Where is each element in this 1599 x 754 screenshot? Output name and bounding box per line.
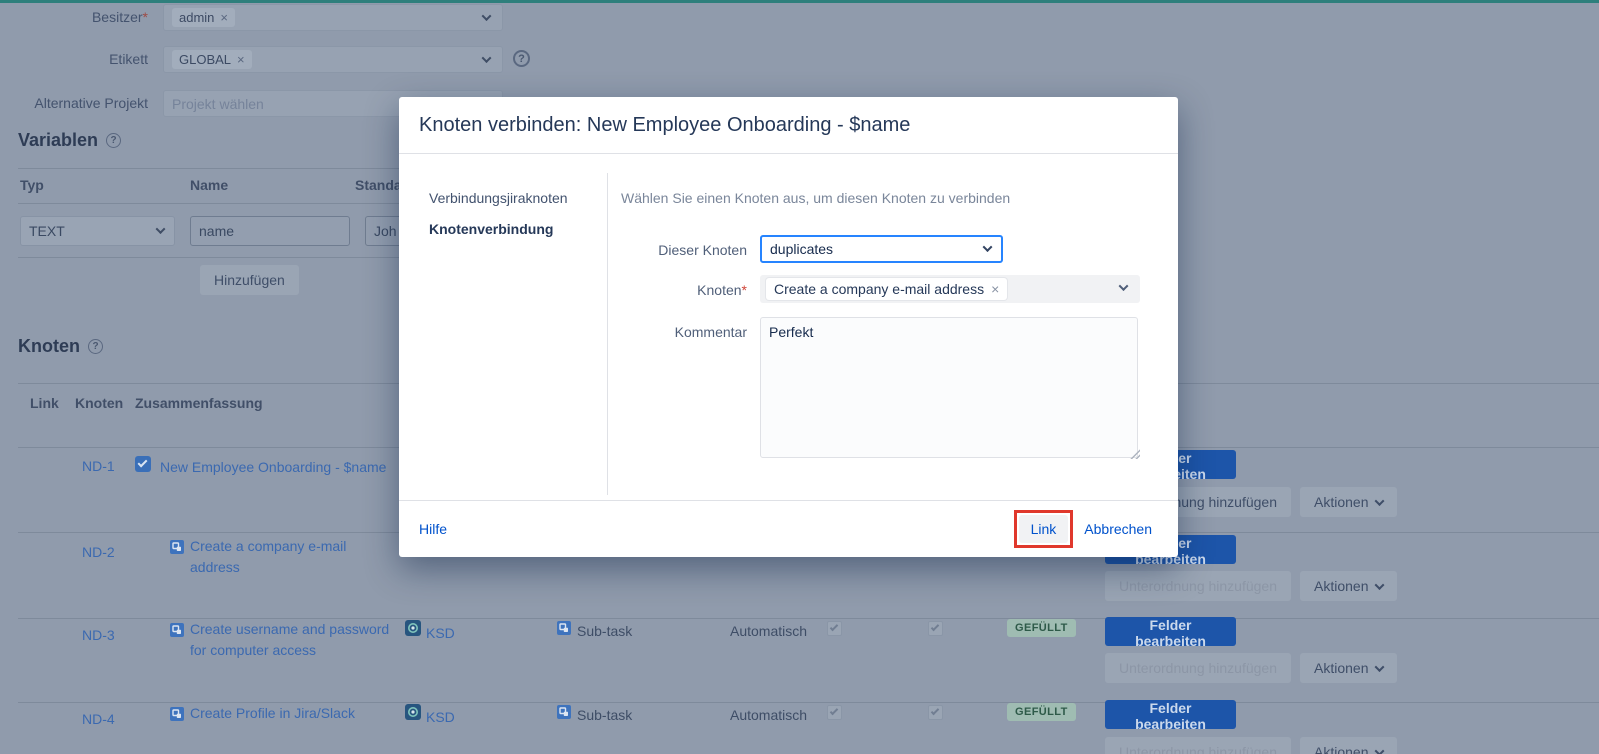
besitzer-label: Besitzer* <box>0 9 148 25</box>
dialog-title: Knoten verbinden: New Employee Onboardin… <box>419 114 910 137</box>
dieser-knoten-label: Dieser Knoten <box>607 242 747 258</box>
variablen-help-icon[interactable]: ? <box>106 133 121 148</box>
dialog-intro-text: Wählen Sie einen Knoten aus, um diesen K… <box>621 190 1010 206</box>
remove-tag-icon[interactable]: × <box>991 281 999 297</box>
chevron-down-icon <box>1119 281 1129 291</box>
dialog-content: Wählen Sie einen Knoten aus, um diesen K… <box>607 154 1178 500</box>
aktionen-button[interactable]: Aktionen <box>1300 653 1397 683</box>
knoten-heading: Knoten ? <box>18 336 103 357</box>
alt-projekt-placeholder: Projekt wählen <box>172 96 264 112</box>
etikett-label: Etikett <box>0 51 148 67</box>
project-link[interactable]: KSD <box>426 623 455 644</box>
besitzer-multiselect[interactable]: admin× <box>163 4 503 31</box>
issue-type-label: Sub-task <box>577 707 632 723</box>
knoten-col-knoten: Knoten <box>75 395 123 411</box>
row-summary-link[interactable]: Create a company e-mail address <box>190 536 358 578</box>
row-select-checkbox[interactable] <box>135 456 151 472</box>
hinzufuegen-button[interactable]: Hinzufügen <box>200 265 299 295</box>
variable-name-input[interactable] <box>190 216 350 246</box>
subtask-type-icon <box>557 705 571 719</box>
subtask-issue-icon <box>170 707 184 721</box>
chevron-down-icon <box>1375 662 1385 672</box>
knoten-multiselect[interactable]: Create a company e-mail address× <box>760 275 1140 303</box>
kommentar-textarea[interactable]: Perfekt <box>760 317 1138 458</box>
nav-item-verbindungsjiraknoten[interactable]: Verbindungsjiraknoten <box>429 190 607 206</box>
subtask-type-icon <box>557 621 571 635</box>
knoten-col-link: Link <box>30 395 59 411</box>
knoten-label: Knoten* <box>607 282 747 298</box>
aktionen-button[interactable]: Aktionen <box>1300 571 1397 601</box>
chevron-down-icon <box>482 11 492 21</box>
chevron-down-icon <box>156 224 166 234</box>
project-avatar-icon <box>405 704 421 720</box>
variable-typ-select[interactable]: TEXT <box>20 216 175 246</box>
knoten-verbinden-dialog: Knoten verbinden: New Employee Onboardin… <box>399 97 1178 557</box>
felder-bearbeiten-button[interactable]: Felder bearbeiten <box>1105 617 1236 646</box>
row-flag-checkbox[interactable] <box>827 705 842 720</box>
issue-type-label: Sub-task <box>577 623 632 639</box>
status-badge: GEFÜLLT <box>1007 619 1076 637</box>
unterordnung-hinzufuegen-button[interactable]: Unterordnung hinzufügen <box>1105 571 1291 601</box>
variablen-heading: Variablen ? <box>18 130 121 151</box>
abbrechen-link[interactable]: Abbrechen <box>1084 521 1152 537</box>
project-link[interactable]: KSD <box>426 707 455 728</box>
subtask-issue-icon <box>170 540 184 554</box>
remove-tag-icon[interactable]: × <box>220 10 228 25</box>
chevron-down-icon <box>1375 496 1385 506</box>
row-summary-link[interactable]: New Employee Onboarding - $name <box>160 457 420 478</box>
remove-tag-icon[interactable]: × <box>237 52 245 67</box>
aktionen-button[interactable]: Aktionen <box>1300 737 1397 754</box>
chevron-down-icon <box>1375 580 1385 590</box>
chevron-down-icon <box>1375 746 1385 754</box>
nav-item-knotenverbindung[interactable]: Knotenverbindung <box>429 221 607 237</box>
chevron-down-icon <box>983 242 993 252</box>
row-key[interactable]: ND-2 <box>82 544 115 560</box>
besitzer-tag-chip: admin× <box>172 8 235 27</box>
variablen-col-typ: Typ <box>20 177 44 193</box>
hilfe-link[interactable]: Hilfe <box>419 521 447 537</box>
row-flag-checkbox[interactable] <box>827 621 842 636</box>
status-badge: GEFÜLLT <box>1007 703 1076 721</box>
app-screen: Besitzer* admin× Etikett GLOBAL× ? Alter… <box>0 0 1599 754</box>
felder-bearbeiten-button[interactable]: Felder bearbeiten <box>1105 700 1236 729</box>
mode-label: Automatisch <box>730 707 807 723</box>
row-key[interactable]: ND-4 <box>82 711 115 727</box>
etikett-multiselect[interactable]: GLOBAL× <box>163 46 503 73</box>
annotation-highlight-box: Link <box>1014 510 1074 548</box>
row-key[interactable]: ND-3 <box>82 627 115 643</box>
variablen-col-name: Name <box>190 177 228 193</box>
subtask-issue-icon <box>170 623 184 637</box>
dialog-footer: Hilfe Link Abbrechen <box>399 500 1178 557</box>
dialog-nav: Verbindungsjiraknoten Knotenverbindung <box>399 154 607 500</box>
dieser-knoten-select[interactable]: duplicates <box>760 235 1003 263</box>
alt-projekt-label: Alternative Projekt <box>0 95 148 111</box>
project-avatar-icon <box>405 620 421 636</box>
chevron-down-icon <box>482 53 492 63</box>
link-submit-button[interactable]: Link <box>1019 515 1069 543</box>
dialog-header: Knoten verbinden: New Employee Onboardin… <box>399 97 1178 154</box>
etikett-help-icon[interactable]: ? <box>513 50 530 67</box>
top-accent-bar <box>0 0 1599 3</box>
row-summary-link[interactable]: Create Profile in Jira/Slack <box>190 703 420 724</box>
row-flag-checkbox[interactable] <box>928 621 943 636</box>
kommentar-label: Kommentar <box>607 324 747 340</box>
knoten-col-summary: Zusammenfassung <box>135 395 263 411</box>
knoten-tag-chip: Create a company e-mail address× <box>766 278 1007 300</box>
row-flag-checkbox[interactable] <box>928 705 943 720</box>
mode-label: Automatisch <box>730 623 807 639</box>
etikett-tag-chip: GLOBAL× <box>172 50 252 69</box>
row-summary-link[interactable]: Create username and password for compute… <box>190 619 395 661</box>
knoten-help-icon[interactable]: ? <box>88 339 103 354</box>
aktionen-button[interactable]: Aktionen <box>1300 487 1397 517</box>
unterordnung-hinzufuegen-button[interactable]: Unterordnung hinzufügen <box>1105 737 1291 754</box>
row-key[interactable]: ND-1 <box>82 458 115 474</box>
unterordnung-hinzufuegen-button[interactable]: Unterordnung hinzufügen <box>1105 653 1291 683</box>
